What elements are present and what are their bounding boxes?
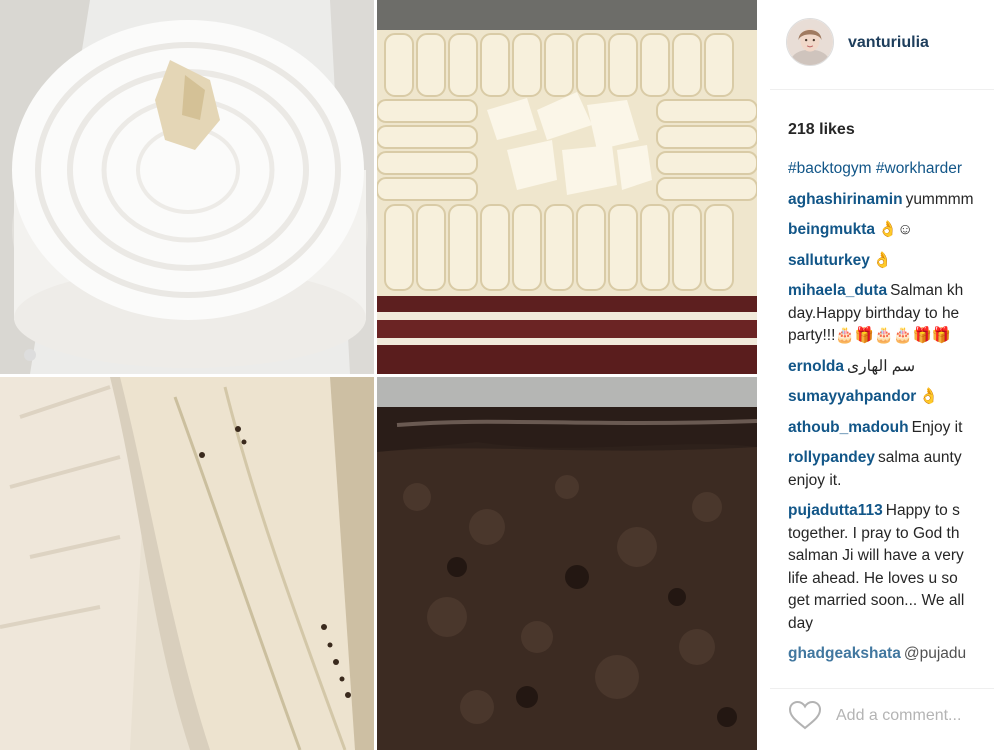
photo-collage: [0, 0, 770, 750]
comment-line: get married soon... We all: [788, 590, 994, 613]
comment-text: Enjoy it: [911, 418, 963, 436]
add-comment-input[interactable]: [836, 703, 994, 729]
comment-username[interactable]: mihaela_duta: [788, 282, 887, 299]
avatar[interactable]: [786, 18, 834, 66]
comment-item: athoub_madouh Enjoy it: [788, 417, 994, 440]
comment-text: day: [788, 614, 813, 632]
comment-text: life ahead. He loves u so: [788, 569, 958, 587]
comment-text: day.Happy birthday to he: [788, 304, 960, 322]
photo-white-chocolate-red-velvet-cake: [377, 0, 757, 374]
comment-item: ernolda سم الهاری: [788, 356, 994, 379]
comment-text: 👌☺: [877, 221, 914, 238]
likes-count[interactable]: 218 likes: [788, 121, 855, 139]
comment-username[interactable]: pujadutta113: [788, 502, 883, 519]
comment-username[interactable]: athoub_madouh: [788, 419, 909, 436]
heart-outline-icon[interactable]: [788, 700, 822, 730]
comment-line: day: [788, 613, 994, 636]
comment-item: ghadgeakshata @pujadu: [788, 643, 994, 666]
post-header: vanturiulia: [770, 0, 994, 90]
comment-text: together. I pray to God th: [788, 524, 960, 542]
comment-line: pujadutta113 Happy to s: [788, 500, 994, 523]
comment-line: salluturkey 👌: [788, 250, 994, 273]
comment-line: life ahead. He loves u so: [788, 568, 994, 591]
comment-text: enjoy it.: [788, 471, 842, 489]
post-username[interactable]: vanturiulia: [848, 34, 929, 52]
comment-line: together. I pray to God th: [788, 523, 994, 546]
comment-line: athoub_madouh Enjoy it: [788, 417, 994, 440]
comment-text: سم الهاری: [846, 357, 916, 375]
comment-bar: [770, 688, 994, 750]
comment-item: salluturkey 👌: [788, 250, 994, 273]
comment-item: rollypandey salma aunty enjoy it.: [788, 447, 994, 492]
comment-line: mihaela_duta Salman kh: [788, 280, 994, 303]
comment-line: aghashirinamin yummmm: [788, 189, 994, 212]
comment-item: mihaela_duta Salman kh day.Happy birthday …: [788, 280, 994, 348]
photo-chocolate-cake-slice: [377, 377, 757, 750]
comment-item: sumayyahpandor 👌: [788, 386, 994, 409]
comment-username[interactable]: ernolda: [788, 358, 844, 375]
comment-item: pujadutta113 Happy to s together. I pray t…: [788, 500, 994, 635]
comment-line: ghadgeakshata @pujadu: [788, 643, 994, 666]
comment-username[interactable]: salluturkey: [788, 252, 870, 269]
comment-line: sumayyahpandor 👌: [788, 386, 994, 409]
comment-username[interactable]: beingmukta: [788, 221, 875, 238]
comment-text: 👌: [872, 251, 893, 269]
comment-text: salma aunty: [878, 449, 962, 466]
comment-text: party!!!🎂🎁🎂🎂🎁🎁: [788, 327, 952, 344]
comment-text: Happy to s: [885, 502, 960, 519]
comment-text: salman Ji will have a very: [788, 547, 964, 564]
profile-photo-icon: [787, 19, 833, 65]
photo-white-frosted-cake: [0, 0, 374, 374]
comment-text: yummmm: [905, 190, 974, 208]
comment-line: party!!!🎂🎁🎂🎂🎁🎁: [788, 325, 994, 348]
comment-username[interactable]: aghashirinamin: [788, 191, 903, 208]
comment-username[interactable]: ghadgeakshata: [788, 645, 901, 662]
comment-username[interactable]: rollypandey: [788, 449, 875, 466]
comment-username[interactable]: sumayyahpandor: [788, 388, 916, 405]
comment-line: beingmukta 👌☺: [788, 219, 994, 242]
post-hashtags[interactable]: #backtogym #workharder: [788, 158, 994, 181]
comment-text: Salman kh: [890, 282, 964, 299]
comment-item: beingmukta 👌☺: [788, 219, 994, 242]
comment-text: @pujadu: [903, 645, 967, 662]
comments-list: #backtogym #workharder aghashirinamin yum…: [788, 158, 994, 674]
comment-text: 👌: [919, 388, 939, 405]
comment-line: enjoy it.: [788, 470, 994, 493]
comment-line: salman Ji will have a very: [788, 545, 994, 568]
comment-text: get married soon... We all: [788, 592, 965, 609]
photo-banana-cake-closeup: [0, 377, 374, 750]
comment-line: day.Happy birthday to he: [788, 303, 994, 326]
post-sidebar: vanturiulia 218 likes #backtogym #workha…: [770, 0, 994, 750]
comment-line: rollypandey salma aunty: [788, 447, 994, 470]
comment-line: ernolda سم الهاری: [788, 356, 994, 379]
comment-item: aghashirinamin yummmm: [788, 189, 994, 212]
